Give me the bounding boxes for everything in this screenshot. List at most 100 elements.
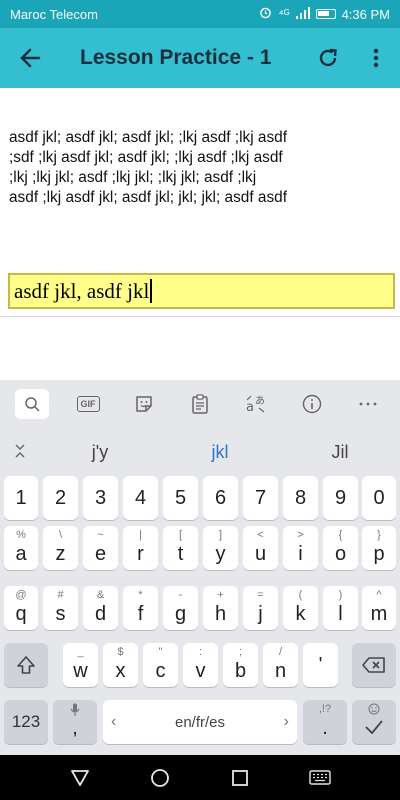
key-b[interactable]: ; b xyxy=(223,643,258,687)
info-button[interactable] xyxy=(295,389,329,419)
keyboard-more-button[interactable] xyxy=(351,389,385,419)
lesson-line: ;sdf ;lkj asdf jkl; asdf jkl; ;lkj asdf … xyxy=(9,149,283,166)
suggestion-item[interactable]: Jil xyxy=(280,442,400,463)
signal-icon xyxy=(295,6,310,22)
translate-button[interactable]: aあ xyxy=(239,389,273,419)
info-icon xyxy=(302,394,322,414)
letter-row-2: @ q # s & d * f -g + h = j (k ) l ^ m xyxy=(0,586,400,632)
key-c[interactable]: " c xyxy=(143,643,178,687)
key-0[interactable]: 0 xyxy=(362,476,396,520)
enter-key[interactable] xyxy=(352,700,396,744)
status-icons: ⁴ᴳ 4:36 PM xyxy=(259,6,390,22)
shift-icon xyxy=(17,656,35,674)
key-8[interactable]: 8 xyxy=(283,476,318,520)
period-key[interactable]: ,!?. xyxy=(303,700,347,744)
number-row: 1 2 3 4 5 6 7 8 9 0 xyxy=(0,476,400,522)
carrier-label: Maroc Telecom xyxy=(10,6,98,22)
key-u[interactable]: < u xyxy=(243,526,278,570)
key-t[interactable]: [t xyxy=(163,526,198,570)
translate-icon: aあ xyxy=(246,395,265,414)
key-5[interactable]: 5 xyxy=(163,476,198,520)
refresh-button[interactable] xyxy=(304,28,352,88)
chevron-left-icon: ‹ xyxy=(111,713,117,730)
suggestion-item[interactable]: j'y xyxy=(40,442,160,463)
key-7[interactable]: 7 xyxy=(243,476,278,520)
key-e[interactable]: ~ e xyxy=(83,526,118,570)
more-vertical-icon xyxy=(373,48,379,68)
search-icon xyxy=(25,397,40,412)
sticker-button[interactable] xyxy=(127,389,161,419)
lesson-text: asdf jkl; asdf jkl; asdf jkl; ;lkj asdf … xyxy=(9,128,394,208)
key-d[interactable]: & d xyxy=(83,586,118,630)
key-g[interactable]: -g xyxy=(163,586,198,630)
back-button[interactable] xyxy=(0,28,60,88)
letter-row-3: _ w $ x " c :v ; b / n ' xyxy=(0,643,400,689)
nav-back-button[interactable] xyxy=(60,758,100,798)
battery-icon xyxy=(315,9,336,19)
key-z[interactable]: \ z xyxy=(43,526,78,570)
text-caret xyxy=(150,279,152,303)
app-bar: Lesson Practice - 1 xyxy=(0,28,400,88)
more-options-button[interactable] xyxy=(352,28,400,88)
key-s[interactable]: # s xyxy=(43,586,78,630)
key-y[interactable]: ] y xyxy=(203,526,238,570)
key-r[interactable]: | r xyxy=(123,526,158,570)
key-p[interactable]: } p xyxy=(362,526,396,570)
arrow-left-icon xyxy=(20,48,41,68)
key-4[interactable]: 4 xyxy=(123,476,158,520)
square-recents-icon xyxy=(232,769,248,786)
nav-recents-button[interactable] xyxy=(220,758,260,798)
lesson-line: ;lkj ;lkj jkl; asdf ;lkj jkl; ;lkj jkl; … xyxy=(9,169,257,186)
backspace-icon xyxy=(362,657,385,673)
nav-keyboard-button[interactable] xyxy=(300,758,340,798)
status-bar: Maroc Telecom ⁴ᴳ 4:36 PM xyxy=(0,0,400,28)
clipboard-button[interactable] xyxy=(183,389,217,419)
key-k[interactable]: (k xyxy=(283,586,318,630)
key-9[interactable]: 9 xyxy=(323,476,358,520)
shift-key[interactable] xyxy=(4,643,48,687)
key-q[interactable]: @ q xyxy=(4,586,38,630)
key-3[interactable]: 3 xyxy=(83,476,118,520)
space-key[interactable]: ‹ en/fr/es › xyxy=(103,700,297,744)
key-apostrophe[interactable]: ' xyxy=(303,643,338,687)
key-i[interactable]: > i xyxy=(283,526,318,570)
key-a[interactable]: % a xyxy=(4,526,38,570)
key-x[interactable]: $ x xyxy=(103,643,138,687)
key-w[interactable]: _ w xyxy=(63,643,98,687)
suggestion-item-primary[interactable]: jkl xyxy=(160,442,280,463)
key-l[interactable]: ) l xyxy=(323,586,358,630)
clock: 4:36 PM xyxy=(341,6,390,22)
navigation-bar xyxy=(0,755,400,800)
key-v[interactable]: :v xyxy=(183,643,218,687)
keyboard-search-button[interactable] xyxy=(15,389,49,419)
nav-home-button[interactable] xyxy=(140,758,180,798)
lesson-line: asdf ;lkj asdf jkl; asdf jkl; jkl; jkl; … xyxy=(9,189,287,206)
chevron-right-icon: › xyxy=(283,713,289,730)
gif-button[interactable]: GIF xyxy=(71,389,105,419)
numbers-key[interactable]: 123 xyxy=(4,700,48,744)
triangle-back-icon xyxy=(71,769,89,786)
svg-text:a: a xyxy=(246,400,254,414)
key-o[interactable]: {o xyxy=(323,526,358,570)
comma-key[interactable]: , xyxy=(53,700,97,744)
key-f[interactable]: * f xyxy=(123,586,158,630)
emoji-icon xyxy=(352,703,396,718)
network-type-icon: ⁴ᴳ xyxy=(278,7,290,21)
key-j[interactable]: = j xyxy=(243,586,278,630)
key-m[interactable]: ^ m xyxy=(362,586,396,630)
divider xyxy=(0,316,400,317)
gif-icon: GIF xyxy=(76,396,100,412)
key-6[interactable]: 6 xyxy=(203,476,238,520)
microphone-icon xyxy=(53,703,97,720)
key-n[interactable]: / n xyxy=(263,643,298,687)
suggestion-strip: j'y jkl Jil xyxy=(0,428,400,476)
collapse-suggestions-button[interactable] xyxy=(0,444,40,461)
collapse-icon xyxy=(15,444,25,457)
key-h[interactable]: + h xyxy=(203,586,238,630)
key-2[interactable]: 2 xyxy=(43,476,78,520)
backspace-key[interactable] xyxy=(352,643,396,687)
keyboard-icon xyxy=(309,769,331,785)
typing-input[interactable]: asdf jkl, asdf jkl xyxy=(8,273,395,309)
key-1[interactable]: 1 xyxy=(4,476,38,520)
more-horizontal-icon xyxy=(359,402,377,406)
